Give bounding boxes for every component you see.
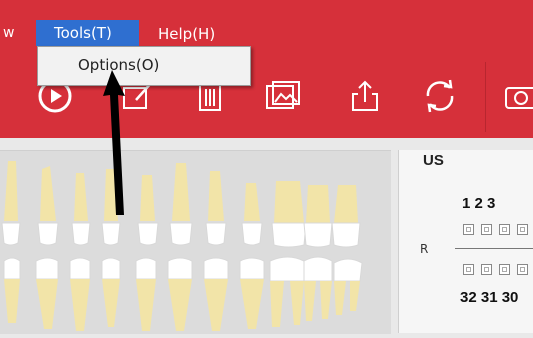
checkbox-tooth-32[interactable] xyxy=(463,264,474,275)
tools-dropdown: Options(O) xyxy=(37,46,251,86)
divider-line xyxy=(455,248,533,249)
image-icon[interactable] xyxy=(263,78,303,114)
checkbox-tooth-30[interactable] xyxy=(499,264,510,275)
refresh-icon[interactable] xyxy=(420,78,460,114)
checkbox-tooth-29[interactable] xyxy=(517,264,528,275)
menu-help[interactable]: Help(H) xyxy=(158,25,215,43)
checkbox-tooth-2[interactable] xyxy=(481,224,492,235)
teeth-chart-panel xyxy=(0,150,391,334)
menu-item-options[interactable]: Options(O) xyxy=(78,56,159,74)
toolbar-divider xyxy=(485,62,486,132)
teeth-illustration xyxy=(1,161,363,331)
panel-title-us: US xyxy=(423,152,444,169)
bottom-tooth-numbers: 32 31 30 xyxy=(460,289,519,306)
checkbox-tooth-31[interactable] xyxy=(481,264,492,275)
checkbox-tooth-4[interactable] xyxy=(517,224,528,235)
top-tooth-numbers: 1 2 3 xyxy=(462,195,496,212)
checkbox-tooth-3[interactable] xyxy=(499,224,510,235)
camera-icon[interactable] xyxy=(503,78,533,114)
menu-tools[interactable]: Tools(T) xyxy=(36,20,139,46)
r-label: R xyxy=(420,242,429,256)
checkbox-tooth-1[interactable] xyxy=(463,224,474,235)
export-icon[interactable] xyxy=(345,78,385,114)
menu-item-partial[interactable]: w xyxy=(3,25,14,41)
